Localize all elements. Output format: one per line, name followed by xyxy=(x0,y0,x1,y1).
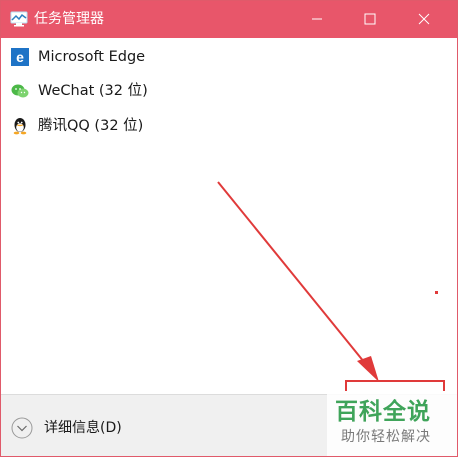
app-name: 腾讯QQ (32 位) xyxy=(38,118,144,134)
window-title: 任务管理器 xyxy=(34,11,104,27)
close-button[interactable] xyxy=(401,1,447,38)
minimize-icon xyxy=(311,10,323,29)
svg-text:e: e xyxy=(16,49,24,65)
wechat-icon xyxy=(11,82,29,100)
footer-bar: 详细信息(D) xyxy=(1,394,457,456)
details-toggle[interactable]: 详细信息(D) xyxy=(44,419,122,437)
maximize-button[interactable] xyxy=(347,1,393,38)
app-name: Microsoft Edge xyxy=(38,49,146,65)
title-bar[interactable]: 任务管理器 xyxy=(1,1,457,38)
highlight-bracket xyxy=(345,380,445,391)
app-name: WeChat (32 位) xyxy=(38,83,148,99)
minimize-button[interactable] xyxy=(294,1,340,38)
task-manager-icon xyxy=(10,11,28,27)
task-manager-window: 任务管理器 e Microsoft Edge WeChat (32 位) 腾讯Q… xyxy=(0,0,458,457)
list-item-qq[interactable]: 腾讯QQ (32 位) xyxy=(1,109,457,143)
close-icon xyxy=(418,10,430,29)
chevron-down-icon[interactable] xyxy=(11,417,33,439)
maximize-icon xyxy=(364,10,376,29)
list-item-wechat[interactable]: WeChat (32 位) xyxy=(1,74,457,108)
marker-dot xyxy=(435,291,438,294)
edge-icon: e xyxy=(11,48,29,66)
qq-icon xyxy=(11,117,29,135)
list-item-edge[interactable]: e Microsoft Edge xyxy=(1,40,457,74)
